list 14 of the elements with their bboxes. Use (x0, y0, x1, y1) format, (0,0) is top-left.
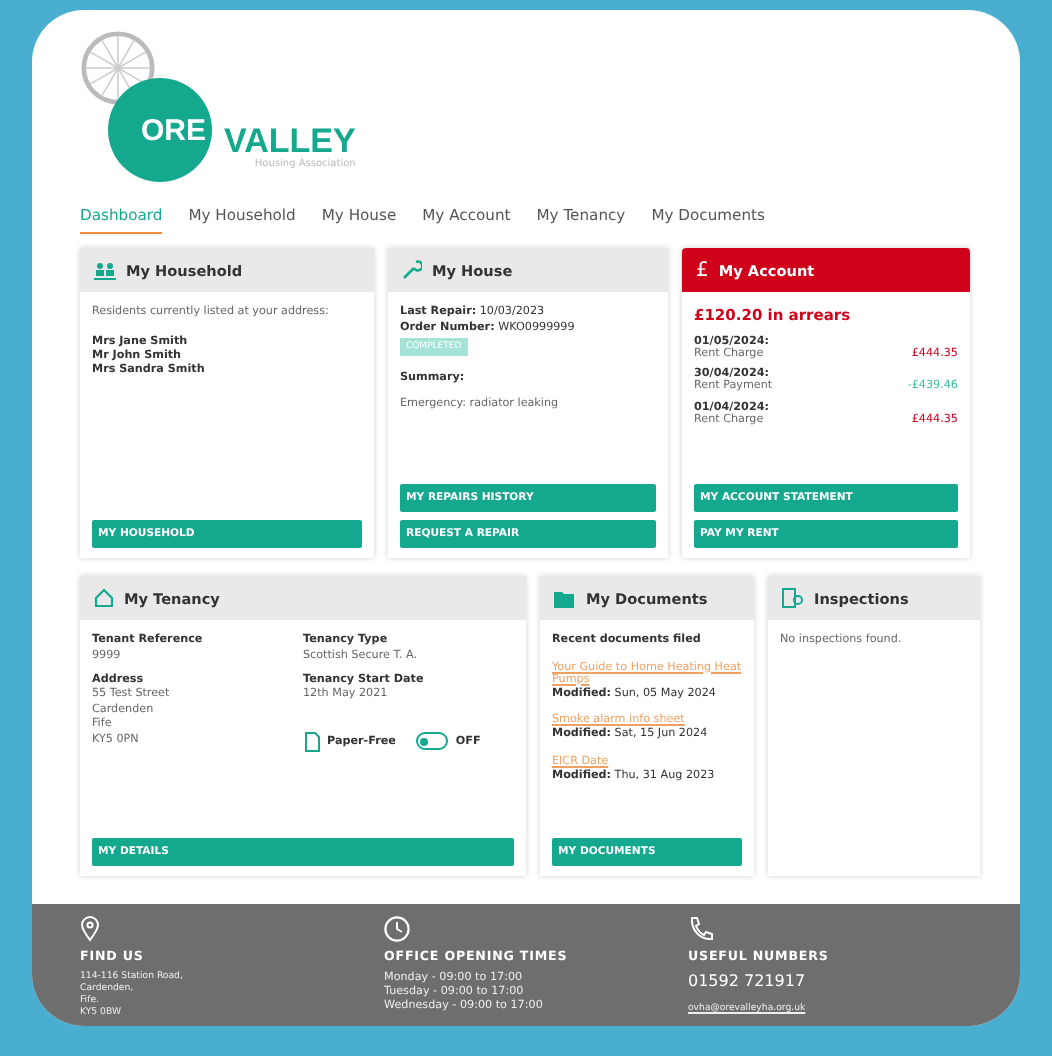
toggle-switch[interactable] (415, 732, 448, 750)
phone-icon (688, 916, 714, 942)
people-icon (94, 261, 116, 279)
folder-icon (554, 589, 576, 607)
location-pin-icon (80, 916, 100, 942)
clock-icon (384, 916, 410, 942)
building-icon (782, 588, 804, 608)
phone-number: 01592 721917 (688, 972, 808, 990)
logo-text: VALLEY (224, 124, 356, 158)
logo-text: ORE (140, 113, 206, 147)
document-icon (303, 731, 319, 751)
pound-icon: £ (696, 259, 709, 281)
wrench-icon (402, 260, 422, 280)
house-icon (94, 588, 114, 608)
